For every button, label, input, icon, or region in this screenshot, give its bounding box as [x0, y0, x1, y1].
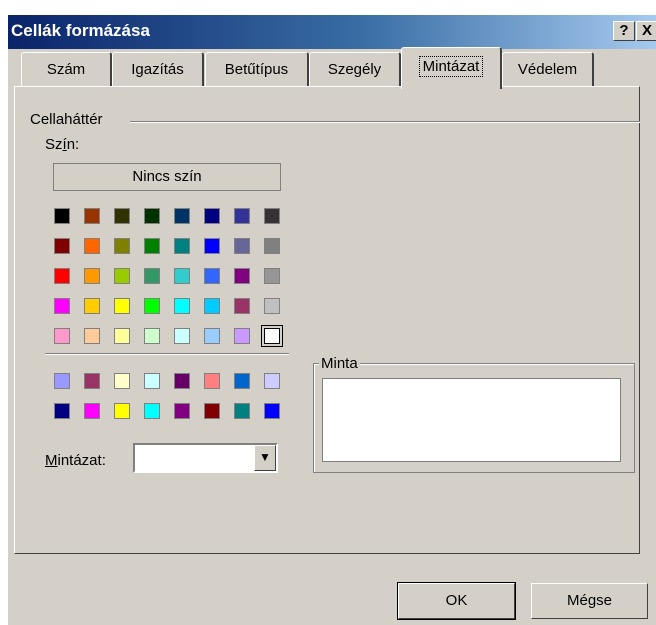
cell-background-group-label: Cellaháttér — [30, 111, 107, 128]
tab-szegely[interactable]: Szegély — [309, 52, 401, 87]
tab-igazitas[interactable]: Igazítás — [112, 52, 204, 87]
color-swatch[interactable] — [261, 325, 283, 347]
color-swatch[interactable] — [84, 403, 100, 419]
window-title: Cellák formázása — [11, 21, 150, 40]
color-swatch[interactable] — [234, 298, 250, 314]
color-swatch[interactable] — [54, 208, 70, 224]
color-swatch[interactable] — [204, 403, 220, 419]
color-swatch[interactable] — [234, 403, 250, 419]
color-swatch[interactable] — [54, 328, 70, 344]
color-swatch[interactable] — [234, 208, 250, 224]
sample-preview — [322, 378, 621, 462]
cancel-button[interactable]: Mégse — [531, 583, 648, 619]
color-swatch[interactable] — [114, 298, 130, 314]
help-button[interactable]: ? — [613, 21, 635, 41]
color-swatch[interactable] — [54, 298, 70, 314]
color-swatch[interactable] — [204, 373, 220, 389]
color-swatch[interactable] — [114, 328, 130, 344]
color-swatch[interactable] — [264, 298, 280, 314]
color-swatch[interactable] — [204, 238, 220, 254]
color-swatch[interactable] — [114, 373, 130, 389]
color-swatch[interactable] — [84, 328, 100, 344]
close-button[interactable]: X — [636, 21, 656, 41]
color-swatch[interactable] — [234, 268, 250, 284]
color-swatch[interactable] — [144, 208, 160, 224]
no-color-button[interactable]: Nincs szín — [53, 163, 281, 191]
tab-betutipus[interactable]: Betűtípus — [205, 52, 309, 87]
color-swatch[interactable] — [54, 373, 70, 389]
sample-label: Minta — [319, 355, 360, 372]
color-swatch[interactable] — [114, 403, 130, 419]
color-swatch[interactable] — [174, 238, 190, 254]
color-swatch[interactable] — [84, 238, 100, 254]
color-swatch[interactable] — [204, 328, 220, 344]
color-swatch[interactable] — [264, 373, 280, 389]
color-swatch[interactable] — [84, 208, 100, 224]
color-swatch[interactable] — [114, 208, 130, 224]
color-swatch[interactable] — [234, 238, 250, 254]
color-swatch[interactable] — [264, 208, 280, 224]
color-swatch[interactable] — [204, 208, 220, 224]
color-swatch[interactable] — [174, 298, 190, 314]
color-swatch[interactable] — [234, 328, 250, 344]
color-swatch[interactable] — [234, 373, 250, 389]
color-swatch[interactable] — [174, 208, 190, 224]
color-swatch[interactable] — [144, 403, 160, 419]
color-swatch[interactable] — [144, 328, 160, 344]
dropdown-arrow-icon[interactable]: ▼ — [254, 445, 276, 471]
group-divider — [130, 121, 640, 123]
ok-button[interactable]: OK — [397, 582, 516, 620]
color-label: Szín: — [45, 136, 80, 153]
color-swatch[interactable] — [144, 298, 160, 314]
color-swatch[interactable] — [54, 268, 70, 284]
color-swatch[interactable] — [204, 298, 220, 314]
tab-vedelem[interactable]: Védelem — [502, 52, 594, 87]
color-swatch[interactable] — [54, 403, 70, 419]
color-swatch[interactable] — [144, 373, 160, 389]
color-swatch[interactable] — [84, 373, 100, 389]
color-swatch[interactable] — [264, 268, 280, 284]
color-swatch[interactable] — [174, 403, 190, 419]
color-swatch[interactable] — [264, 403, 280, 419]
pattern-dropdown[interactable]: ▼ — [133, 443, 278, 473]
color-swatch[interactable] — [264, 238, 280, 254]
color-swatch[interactable] — [54, 238, 70, 254]
color-swatch[interactable] — [174, 328, 190, 344]
pattern-label: Mintázat: — [45, 452, 106, 469]
color-swatch[interactable] — [84, 298, 100, 314]
tab-panel — [14, 86, 640, 554]
palette-separator — [45, 353, 289, 355]
color-swatch[interactable] — [174, 373, 190, 389]
title-bar[interactable]: Cellák formázása ? X — [8, 15, 656, 49]
color-swatch[interactable] — [84, 268, 100, 284]
color-swatch[interactable] — [144, 268, 160, 284]
color-swatch[interactable] — [114, 268, 130, 284]
color-swatch[interactable] — [144, 238, 160, 254]
color-swatch[interactable] — [114, 238, 130, 254]
color-swatch[interactable] — [174, 268, 190, 284]
tab-szam[interactable]: Szám — [21, 52, 112, 87]
color-swatch[interactable] — [204, 268, 220, 284]
tab-mintazat[interactable]: Mintázat — [401, 47, 502, 89]
